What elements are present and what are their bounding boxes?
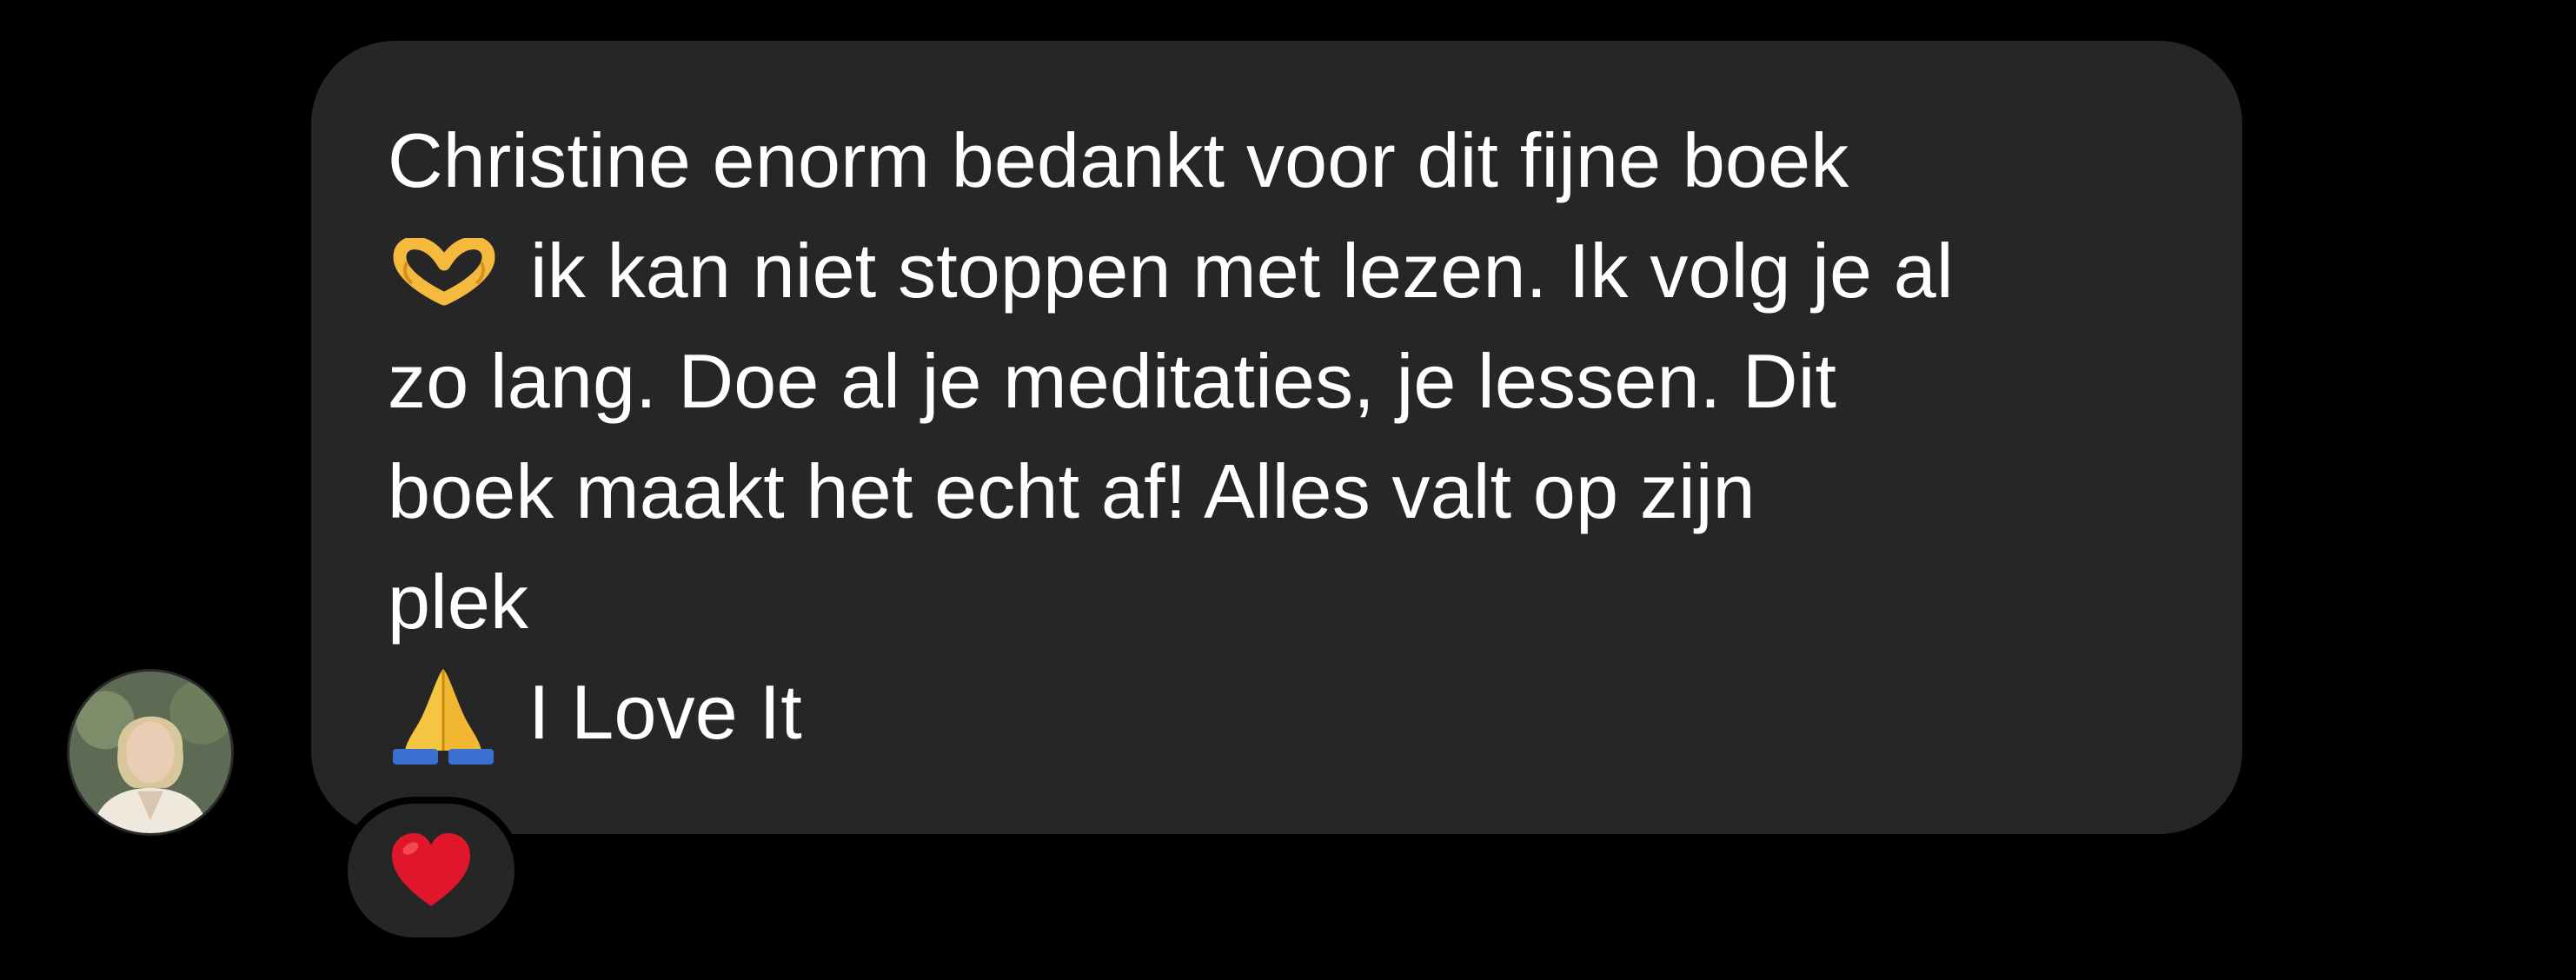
profile-photo-avatar-icon bbox=[70, 672, 231, 833]
message-bubble[interactable]: Christine enorm bedankt voor dit fijne b… bbox=[311, 41, 2242, 834]
message-line-2-text: ik kan niet stoppen met lezen. Ik volg j… bbox=[530, 228, 1954, 314]
message-line-6: I Love It bbox=[388, 657, 2181, 770]
message-line-6-text: I Love It bbox=[528, 669, 802, 755]
folded-hands-emoji-icon bbox=[388, 662, 499, 765]
message-line-2: ik kan niet stoppen met lezen. Ik volg j… bbox=[388, 215, 2181, 326]
reaction-badge[interactable] bbox=[341, 797, 521, 944]
red-heart-emoji-icon bbox=[392, 832, 470, 907]
message-line-5: plek bbox=[388, 559, 529, 645]
message-line-4: boek maakt het echt af! Alles valt op zi… bbox=[388, 448, 1756, 534]
message-line-3: zo lang. Doe al je meditaties, je lessen… bbox=[388, 338, 1837, 424]
message-line-1: Christine enorm bedankt voor dit fijne b… bbox=[388, 117, 1849, 203]
sender-avatar[interactable] bbox=[67, 669, 234, 836]
heart-hands-emoji-icon bbox=[388, 237, 501, 306]
